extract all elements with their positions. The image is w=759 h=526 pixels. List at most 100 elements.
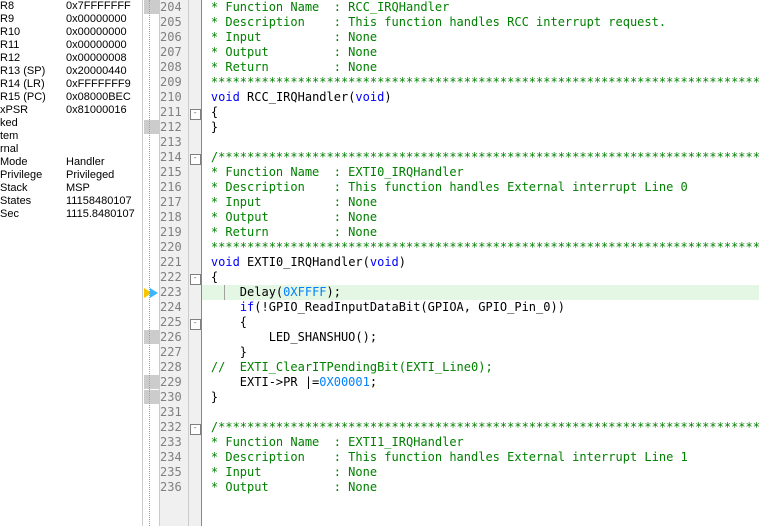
register-row[interactable]: R110x00000000: [0, 39, 142, 52]
code-line[interactable]: void RCC_IRQHandler(void): [202, 90, 759, 105]
code-area[interactable]: * Function Name : RCC_IRQHandler * Descr…: [202, 0, 759, 526]
line-number[interactable]: 208: [160, 60, 188, 75]
fold-cell[interactable]: [189, 135, 201, 150]
glyph-cell[interactable]: [143, 90, 159, 105]
fold-cell[interactable]: [189, 30, 201, 45]
code-editor[interactable]: 2042052062072082092102112122132142152162…: [143, 0, 759, 526]
register-row[interactable]: R120x00000008: [0, 52, 142, 65]
register-row[interactable]: rnal: [0, 143, 142, 156]
fold-cell[interactable]: [189, 285, 201, 300]
breakpoint-marker-icon[interactable]: [144, 330, 159, 344]
code-line[interactable]: * Output : None: [202, 480, 759, 495]
register-row[interactable]: StackMSP: [0, 182, 142, 195]
glyph-cell[interactable]: [143, 180, 159, 195]
line-number[interactable]: 217: [160, 195, 188, 210]
line-number[interactable]: 211: [160, 105, 188, 120]
glyph-cell[interactable]: [143, 450, 159, 465]
fold-cell[interactable]: -: [189, 315, 201, 330]
register-row[interactable]: ModeHandler: [0, 156, 142, 169]
line-number[interactable]: 216: [160, 180, 188, 195]
code-line[interactable]: Delay(0XFFFF);: [202, 285, 759, 300]
fold-cell[interactable]: [189, 90, 201, 105]
fold-cell[interactable]: [189, 255, 201, 270]
fold-cell[interactable]: [189, 120, 201, 135]
fold-cell[interactable]: [189, 45, 201, 60]
line-number[interactable]: 213: [160, 135, 188, 150]
fold-cell[interactable]: -: [189, 150, 201, 165]
glyph-cell[interactable]: [143, 195, 159, 210]
fold-toggle-icon[interactable]: -: [190, 319, 201, 330]
line-number[interactable]: 219: [160, 225, 188, 240]
line-number[interactable]: 223: [160, 285, 188, 300]
code-line[interactable]: * Function Name : EXTI1_IRQHandler: [202, 435, 759, 450]
fold-cell[interactable]: -: [189, 420, 201, 435]
line-number[interactable]: 232: [160, 420, 188, 435]
register-row[interactable]: Sec1115.8480107: [0, 208, 142, 221]
glyph-cell[interactable]: [143, 150, 159, 165]
line-number[interactable]: 212: [160, 120, 188, 135]
fold-cell[interactable]: [189, 210, 201, 225]
fold-cell[interactable]: [189, 405, 201, 420]
code-line[interactable]: {: [202, 315, 759, 330]
line-number[interactable]: 225: [160, 315, 188, 330]
fold-cell[interactable]: [189, 165, 201, 180]
register-row[interactable]: R13 (SP)0x20000440: [0, 65, 142, 78]
line-number[interactable]: 209: [160, 75, 188, 90]
code-line[interactable]: if(!GPIO_ReadInputDataBit(GPIOA, GPIO_Pi…: [202, 300, 759, 315]
glyph-cell[interactable]: [143, 255, 159, 270]
fold-cell[interactable]: [189, 300, 201, 315]
line-number[interactable]: 226: [160, 330, 188, 345]
line-number-gutter[interactable]: 2042052062072082092102112122132142152162…: [160, 0, 189, 526]
glyph-cell[interactable]: [143, 435, 159, 450]
register-row[interactable]: R100x00000000: [0, 26, 142, 39]
glyph-cell[interactable]: [143, 300, 159, 315]
glyph-cell[interactable]: [143, 75, 159, 90]
glyph-cell[interactable]: [143, 165, 159, 180]
fold-cell[interactable]: [189, 330, 201, 345]
fold-cell[interactable]: [189, 435, 201, 450]
glyph-cell[interactable]: [143, 480, 159, 495]
fold-cell[interactable]: [189, 180, 201, 195]
code-line[interactable]: * Input : None: [202, 195, 759, 210]
register-row[interactable]: R15 (PC)0x08000BEC: [0, 91, 142, 104]
code-line[interactable]: * Return : None: [202, 225, 759, 240]
glyph-cell[interactable]: [143, 270, 159, 285]
code-line[interactable]: [202, 405, 759, 420]
line-number[interactable]: 206: [160, 30, 188, 45]
glyph-cell[interactable]: [143, 285, 159, 300]
glyph-cell[interactable]: [143, 375, 159, 390]
code-line[interactable]: [202, 135, 759, 150]
code-line[interactable]: * Return : None: [202, 60, 759, 75]
fold-toggle-icon[interactable]: -: [190, 154, 201, 165]
fold-toggle-icon[interactable]: -: [190, 424, 201, 435]
fold-cell[interactable]: [189, 195, 201, 210]
code-line[interactable]: EXTI->PR |=0X00001;: [202, 375, 759, 390]
glyph-cell[interactable]: [143, 120, 159, 135]
code-line[interactable]: LED_SHANSHUO();: [202, 330, 759, 345]
fold-cell[interactable]: [189, 390, 201, 405]
fold-cell[interactable]: [189, 480, 201, 495]
register-row[interactable]: R90x00000000: [0, 13, 142, 26]
breakpoint-marker-icon[interactable]: [144, 120, 159, 134]
fold-cell[interactable]: [189, 240, 201, 255]
register-row[interactable]: States11158480107: [0, 195, 142, 208]
line-number[interactable]: 218: [160, 210, 188, 225]
code-line[interactable]: * Function Name : RCC_IRQHandler: [202, 0, 759, 15]
fold-cell[interactable]: [189, 75, 201, 90]
code-line[interactable]: * Input : None: [202, 30, 759, 45]
fold-cell[interactable]: [189, 60, 201, 75]
glyph-cell[interactable]: [143, 345, 159, 360]
line-number[interactable]: 221: [160, 255, 188, 270]
fold-toggle-icon[interactable]: -: [190, 274, 201, 285]
register-row[interactable]: xPSR0x81000016: [0, 104, 142, 117]
line-number[interactable]: 230: [160, 390, 188, 405]
glyph-cell[interactable]: [143, 105, 159, 120]
glyph-cell[interactable]: [143, 60, 159, 75]
fold-cell[interactable]: -: [189, 270, 201, 285]
code-line[interactable]: }: [202, 120, 759, 135]
code-line[interactable]: ****************************************…: [202, 75, 759, 90]
code-line[interactable]: /***************************************…: [202, 150, 759, 165]
line-number[interactable]: 233: [160, 435, 188, 450]
code-line[interactable]: {: [202, 270, 759, 285]
code-line[interactable]: * Function Name : EXTI0_IRQHandler: [202, 165, 759, 180]
